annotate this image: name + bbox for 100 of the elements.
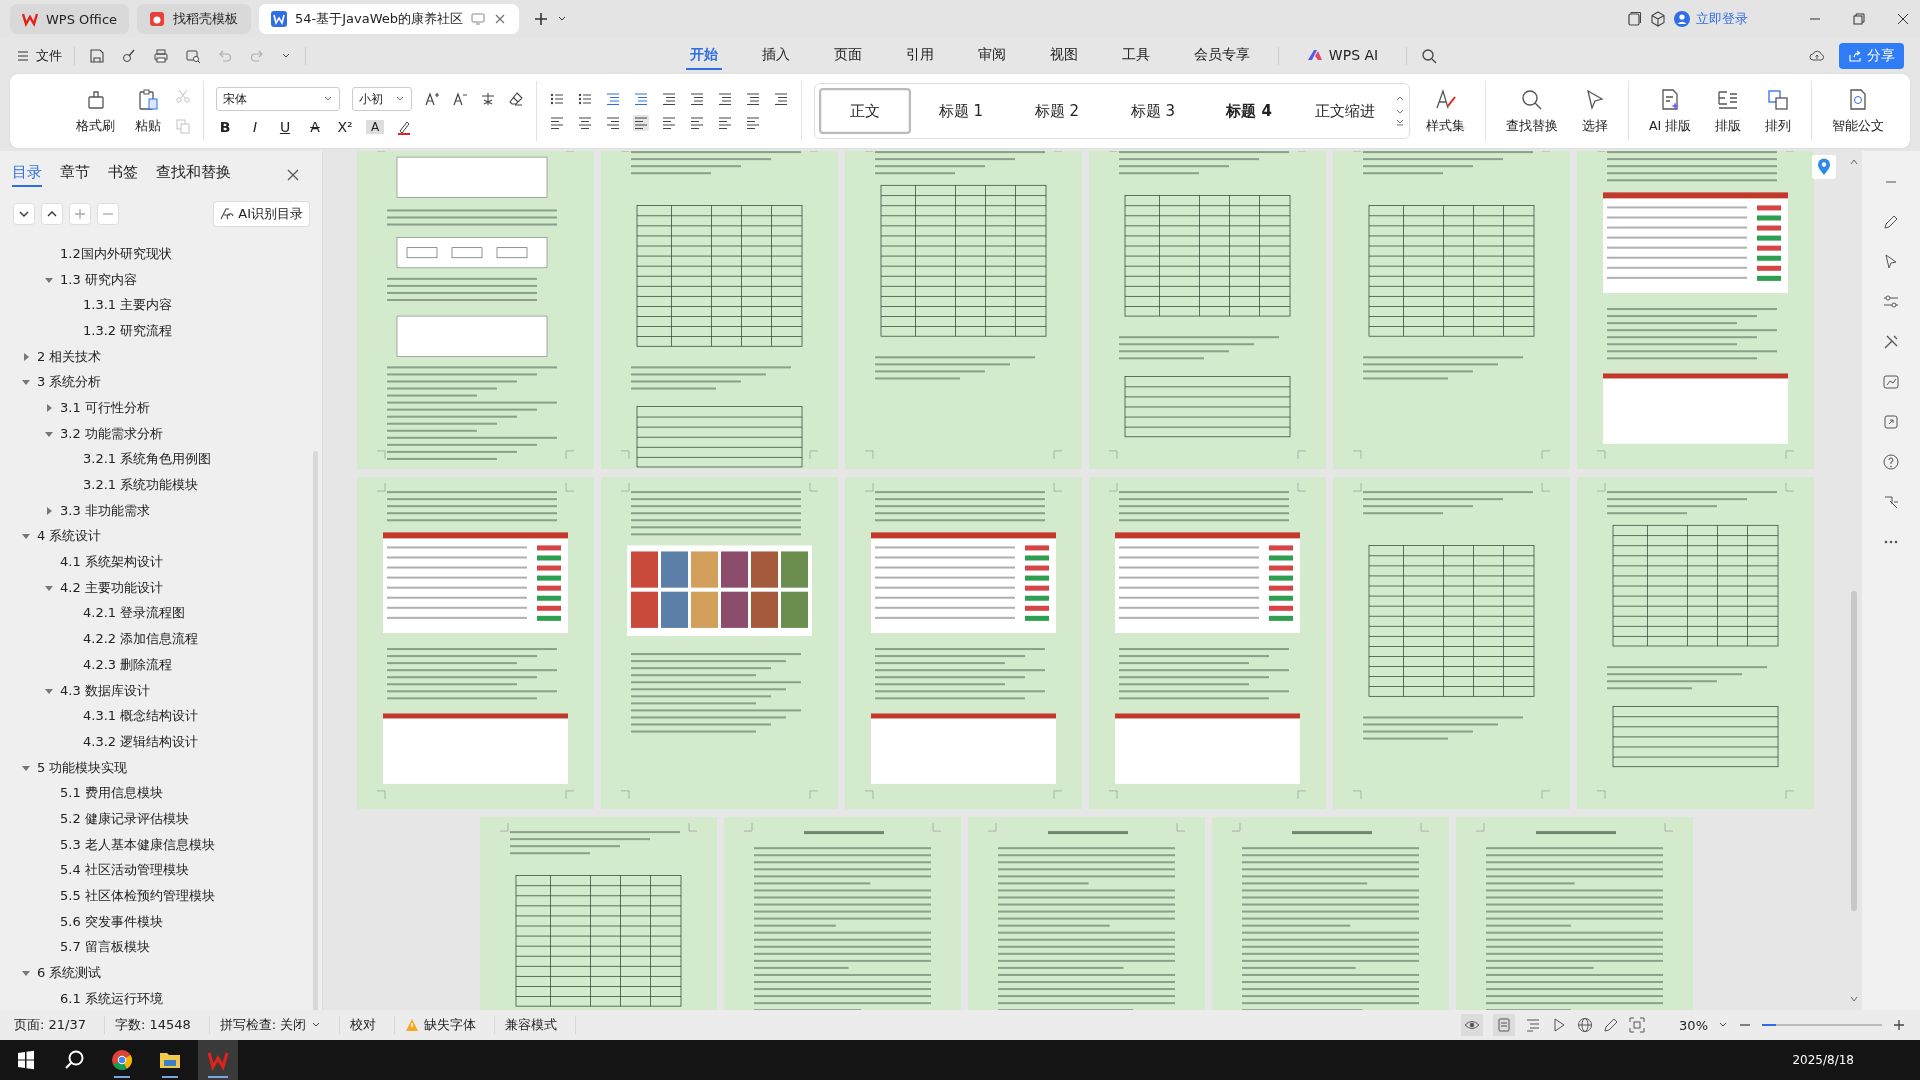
style-option[interactable]: 标题 1 (915, 88, 1007, 134)
share-button[interactable]: 分享 (1839, 43, 1904, 69)
ribbon-tab[interactable]: 审阅 (973, 42, 1010, 70)
expand-arrow-icon[interactable] (45, 275, 53, 284)
align-icon[interactable] (689, 115, 705, 131)
style-option[interactable]: 正文缩进 (1299, 88, 1391, 134)
toc-entry[interactable]: 3.2 功能需求分析 (60, 424, 163, 443)
cube-icon[interactable] (1650, 11, 1666, 27)
zoom-in-icon[interactable] (1892, 1018, 1906, 1032)
paragraph-tool-icon[interactable] (577, 91, 593, 107)
toolbar-button[interactable]: 排版 (1707, 83, 1750, 139)
grow-font-icon[interactable] (424, 91, 440, 107)
font-style-button[interactable]: A (306, 119, 324, 135)
font-style-button[interactable]: A (366, 120, 384, 134)
paragraph-tool-icon[interactable] (717, 91, 733, 107)
pen-icon[interactable] (1603, 1017, 1620, 1033)
paste-button[interactable]: 粘贴 (129, 83, 167, 139)
toolbar-button[interactable]: 样式集 (1418, 83, 1473, 139)
paragraph-tool-icon[interactable] (773, 91, 789, 107)
toc-entry[interactable]: 3.1 可行性分析 (60, 398, 150, 417)
font-dropdown[interactable]: 宋体 (216, 87, 340, 111)
font-style-button[interactable]: X² (336, 119, 354, 135)
page-thumbnail[interactable] (357, 477, 594, 809)
expand-arrow-icon[interactable] (45, 429, 53, 438)
expand-down-icon[interactable] (13, 203, 35, 225)
collapse-arrow-icon[interactable] (45, 403, 53, 412)
scroll-up-icon[interactable] (1849, 157, 1859, 167)
share-icon[interactable] (1882, 413, 1900, 431)
window-icon[interactable] (1626, 11, 1642, 27)
document-tab[interactable]: 54-基于JavaWeb的康养社区 (259, 4, 520, 34)
document-tab[interactable]: WPS Office (10, 4, 130, 34)
format-painter-button[interactable]: 格式刷 (70, 83, 121, 139)
align-icon[interactable] (577, 115, 593, 131)
page-thumbnail[interactable] (1577, 151, 1814, 469)
location-pin-icon[interactable] (1812, 155, 1836, 179)
sliders-icon[interactable] (1882, 293, 1900, 311)
toolbar-button[interactable]: 智能公文 (1824, 83, 1893, 139)
page-thumbnail[interactable] (601, 477, 838, 809)
close-icon[interactable] (286, 168, 300, 182)
toc-entry[interactable]: 5.7 留言板模块 (60, 938, 150, 957)
toc-entry[interactable]: 2 相关技术 (37, 347, 102, 366)
toc-entry[interactable]: 3.3 非功能需求 (60, 501, 150, 520)
collapse-arrow-icon[interactable] (22, 352, 30, 361)
toolbar-button[interactable]: 查找替换 (1498, 83, 1566, 139)
ribbon-tab[interactable]: 会员专享 (1189, 42, 1254, 70)
style-option[interactable]: 标题 4 (1203, 88, 1295, 134)
ribbon-tab[interactable]: 工具 (1117, 42, 1154, 70)
tools-icon[interactable] (1882, 333, 1900, 351)
expand-arrow-icon[interactable] (22, 763, 30, 772)
toc-entry[interactable]: 5.6 突发事件模块 (60, 912, 163, 931)
login-button[interactable]: 立即登录 (1674, 10, 1748, 28)
ribbon-tab[interactable]: 引用 (901, 42, 938, 70)
globe-icon[interactable] (1577, 1017, 1594, 1033)
search-icon[interactable] (1421, 48, 1438, 64)
paragraph-tool-icon[interactable] (745, 91, 761, 107)
sidebar-tab[interactable]: 查找和替换 (156, 163, 231, 187)
page-view-icon[interactable] (1493, 1014, 1516, 1036)
toc-entry[interactable]: 4.2 主要功能设计 (60, 578, 163, 597)
toc-entry[interactable]: 4 系统设计 (37, 527, 102, 546)
page-thumbnail[interactable] (1333, 477, 1570, 809)
toc-entry[interactable]: 6.1 系统运行环境 (60, 989, 163, 1008)
paragraph-tool-icon[interactable] (605, 91, 621, 107)
eye-icon[interactable] (1461, 1014, 1484, 1036)
restore-icon[interactable] (1852, 12, 1866, 26)
new-tab-icon[interactable] (533, 11, 550, 27)
expand-arrow-icon[interactable] (45, 686, 53, 695)
expand-arrow-icon[interactable] (22, 969, 30, 978)
expand-arrow-icon[interactable] (22, 378, 30, 387)
ribbon-tab[interactable]: 页面 (829, 42, 866, 70)
toc-entry[interactable]: 1.3 研究内容 (60, 270, 137, 289)
pen-icon[interactable] (1882, 213, 1900, 231)
clock-date[interactable]: 2025/8/18 (1792, 1053, 1854, 1067)
toc-entry[interactable]: 1.3.2 研究流程 (83, 321, 173, 340)
shrink-font-icon[interactable] (452, 91, 468, 107)
align-icon[interactable] (661, 115, 677, 131)
page-thumbnail[interactable] (357, 151, 594, 469)
document-tab[interactable]: 找稻壳模板 (137, 4, 252, 34)
toolbar-button[interactable]: 选择 (1574, 83, 1616, 139)
wps-ai-tab[interactable]: WPS AI (1302, 43, 1383, 69)
toc-entry[interactable]: 4.3.1 概念结构设计 (83, 707, 199, 726)
toc-entry[interactable]: 5 功能模块实现 (37, 758, 128, 777)
toc-entry[interactable]: 4.2.3 删除流程 (83, 655, 173, 674)
word-count[interactable]: 字数: 14548 (115, 1016, 210, 1034)
spell-check-dropdown[interactable]: 拼写检查: 关闭 (219, 1016, 341, 1034)
scroll-down-icon[interactable] (1849, 994, 1859, 1004)
sidebar-tab[interactable]: 目录 (12, 163, 42, 187)
scrollbar[interactable] (1851, 591, 1857, 911)
paragraph-tool-icon[interactable] (661, 91, 677, 107)
toc-entry[interactable]: 4.3.2 逻辑结构设计 (83, 732, 199, 751)
fit-page-icon[interactable] (1629, 1017, 1646, 1033)
font-style-button[interactable]: B (216, 119, 234, 135)
proofread-button[interactable]: 校对 (350, 1016, 396, 1034)
toc-entry[interactable]: 6 系统测试 (37, 964, 102, 983)
toc-entry[interactable]: 5.3 老人基本健康信息模块 (60, 835, 215, 854)
page-thumbnail[interactable] (845, 477, 1082, 809)
font-size-dropdown[interactable]: 小初 (352, 87, 412, 111)
page-thumbnail[interactable] (845, 151, 1082, 469)
toolbar-button[interactable]: 排列 (1757, 83, 1800, 139)
align-icon[interactable] (549, 115, 565, 131)
align-icon[interactable] (605, 115, 621, 131)
